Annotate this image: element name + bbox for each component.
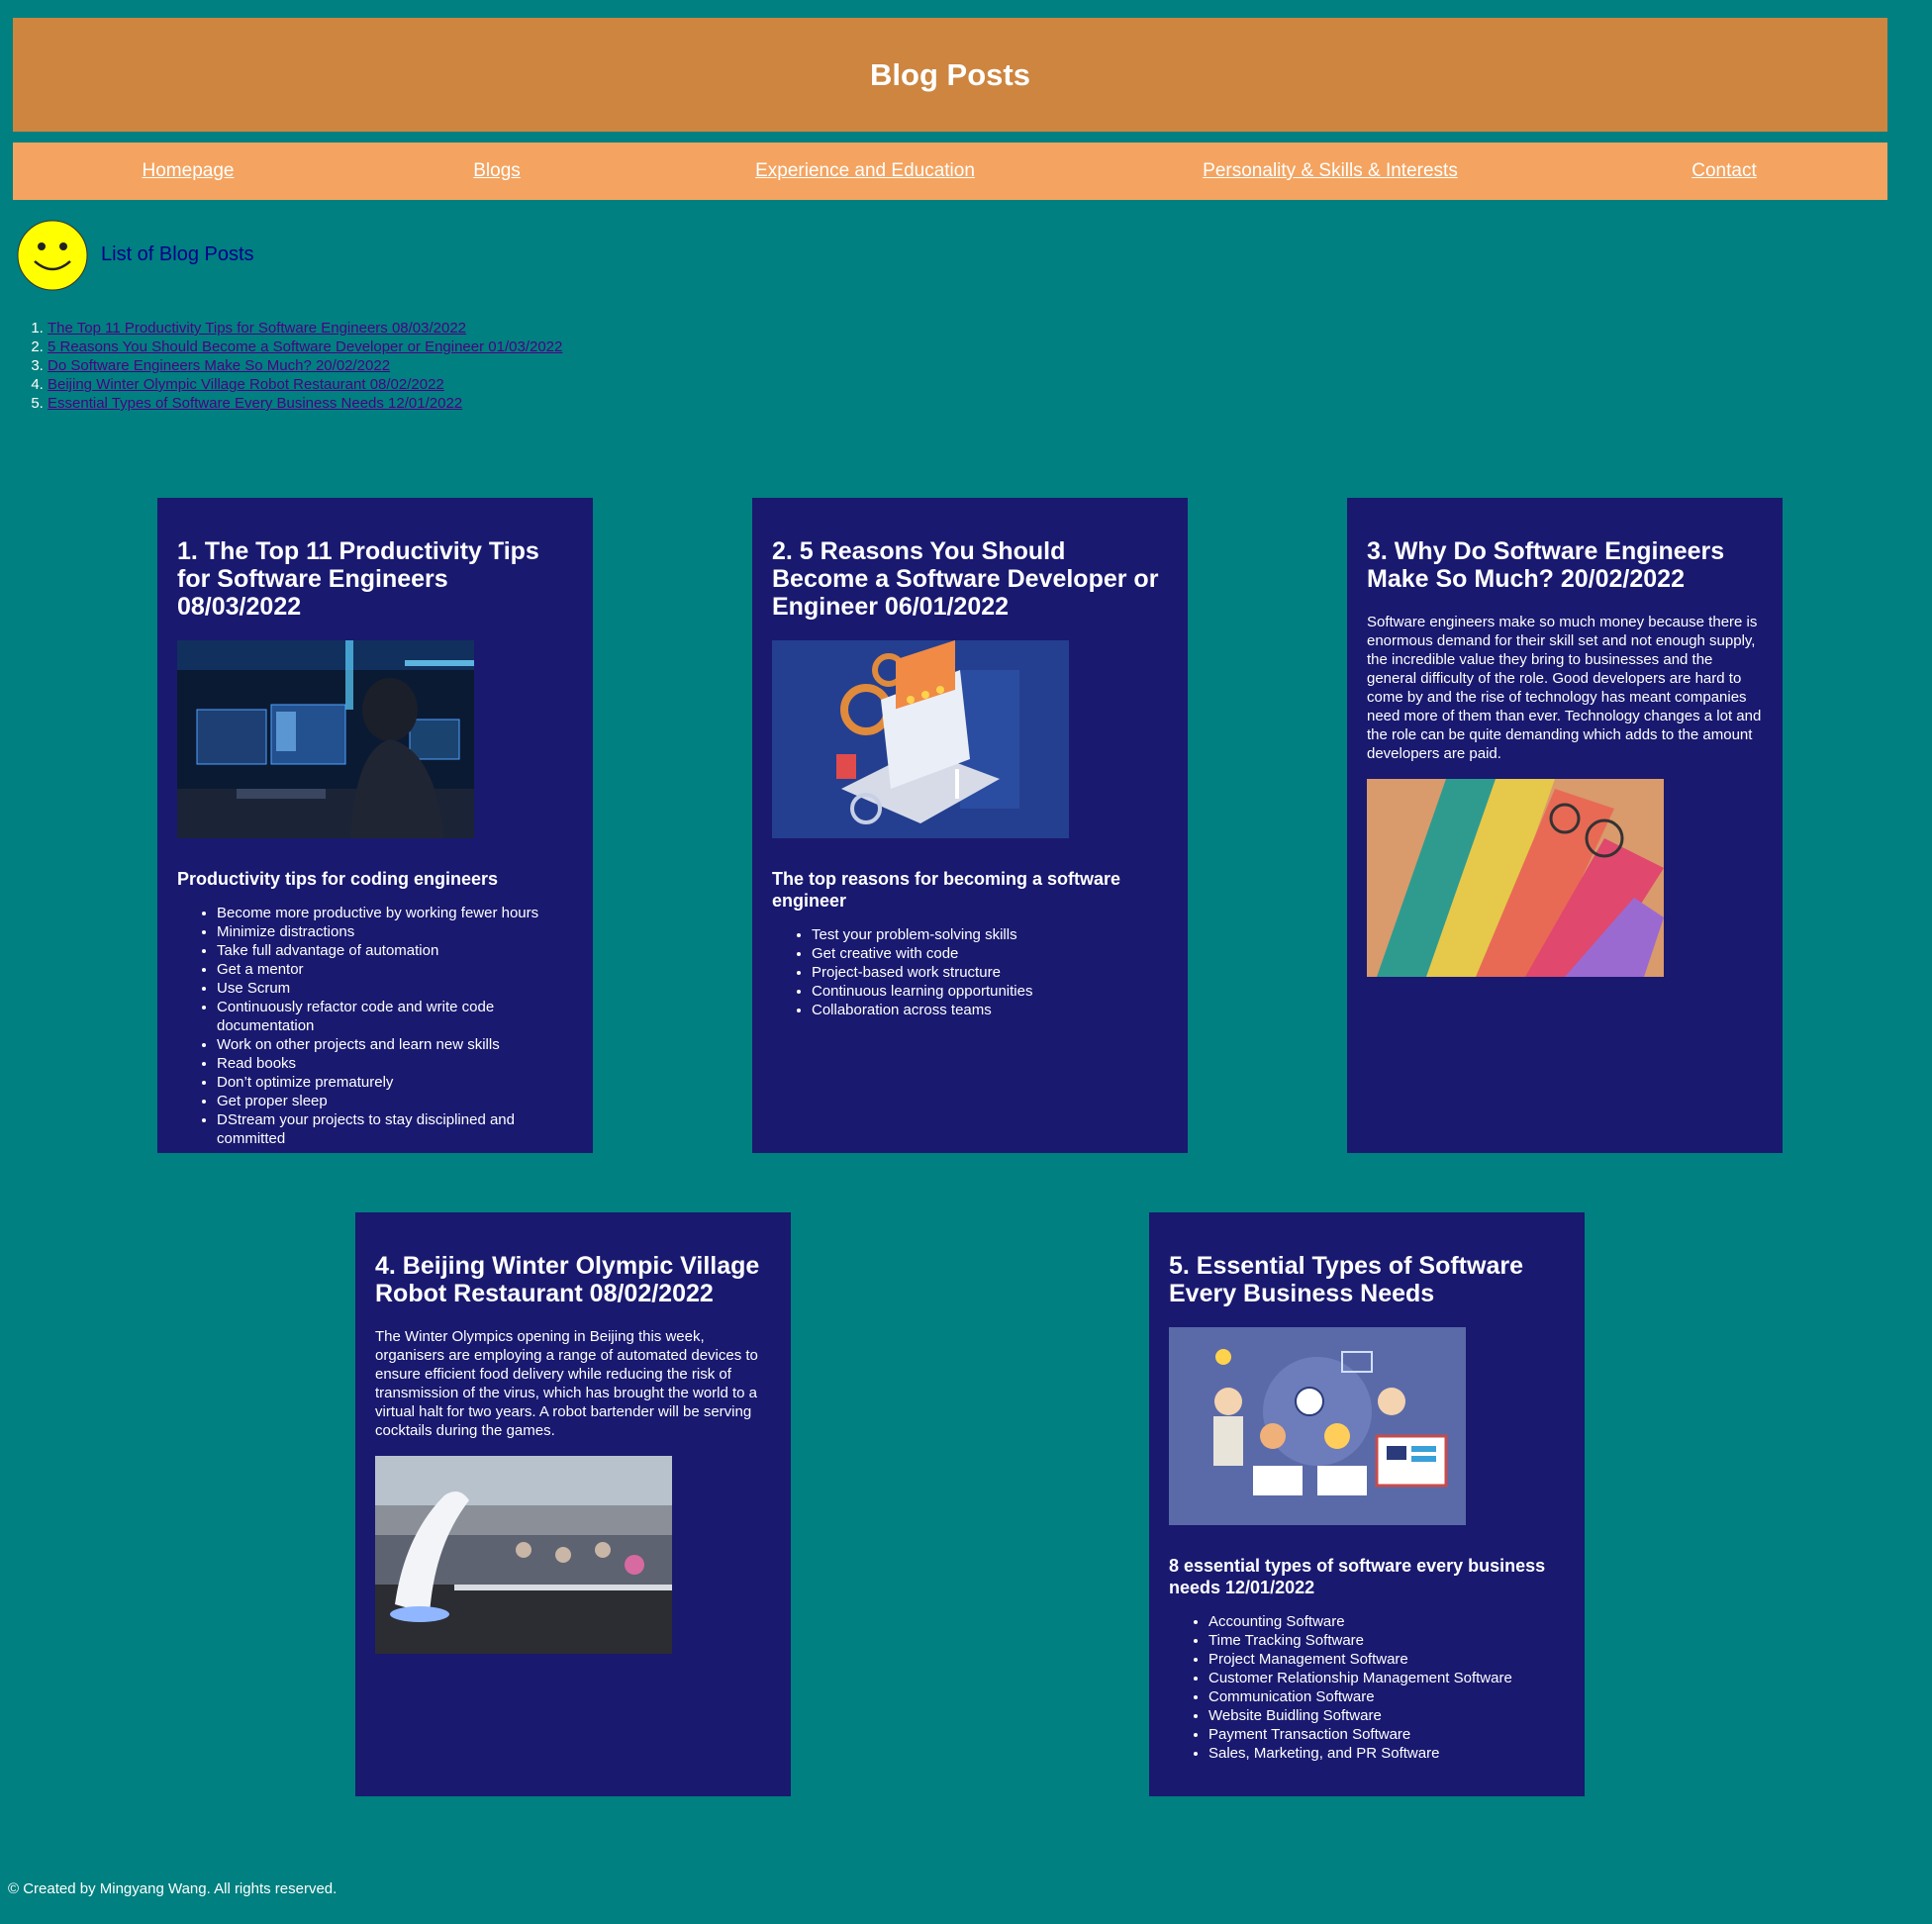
nav-link-contact[interactable]: Contact: [1691, 143, 1756, 200]
banknotes-image: [1367, 779, 1664, 977]
post-subheading: The top reasons for becoming a software …: [772, 869, 1121, 911]
list-item: Project-based work structure: [812, 963, 1168, 982]
list-item: Test your problem-solving skills: [812, 925, 1168, 944]
blog-card-4: 4. Beijing Winter Olympic Village Robot …: [355, 1212, 791, 1796]
list-item: Time Tracking Software: [1208, 1631, 1565, 1650]
list-item: Continuously refactor code and write cod…: [217, 998, 573, 1035]
nav-link-experience-education[interactable]: Experience and Education: [755, 143, 975, 200]
list-item: Read books: [217, 1054, 573, 1073]
post-title: 5. Essential Types of Software Every Bus…: [1169, 1252, 1523, 1307]
nav-link-blogs[interactable]: Blogs: [473, 143, 521, 200]
post-title: 1. The Top 11 Productivity Tips for Soft…: [177, 537, 539, 621]
blog-card-5: 5. Essential Types of Software Every Bus…: [1149, 1212, 1585, 1796]
post-paragraph: The Winter Olympics opening in Beijing t…: [375, 1328, 758, 1439]
engineer-at-computer-image: [177, 640, 474, 838]
list-item: Take full advantage of automation: [217, 941, 573, 960]
post-title: 2. 5 Reasons You Should Become a Softwar…: [772, 537, 1159, 621]
robot-restaurant-image: [375, 1456, 672, 1654]
list-item: Do Software Engineers Make So Much? 20/0…: [48, 356, 562, 375]
blog-card-1: 1. The Top 11 Productivity Tips for Soft…: [157, 498, 593, 1153]
tips-list: Become more productive by working fewer …: [177, 904, 573, 1148]
blog-post-list: The Top 11 Productivity Tips for Softwar…: [16, 319, 562, 413]
page-title: Blog Posts: [870, 56, 1030, 92]
list-item: Accounting Software: [1208, 1612, 1565, 1631]
software-types-list: Accounting Software Time Tracking Softwa…: [1169, 1612, 1565, 1763]
list-item: Beijing Winter Olympic Village Robot Res…: [48, 375, 562, 394]
list-heading: List of Blog Posts: [101, 243, 254, 265]
post-paragraph: Software engineers make so much money be…: [1367, 614, 1762, 762]
laptop-gears-illustration: [772, 640, 1069, 838]
list-item: Minimize distractions: [217, 922, 573, 941]
smiley-face-icon: [17, 220, 88, 291]
nav-link-personality-skills[interactable]: Personality & Skills & Interests: [1203, 143, 1458, 200]
blog-card-2: 2. 5 Reasons You Should Become a Softwar…: [752, 498, 1188, 1153]
list-item: Collaboration across teams: [812, 1001, 1168, 1019]
list-item: Project Management Software: [1208, 1650, 1565, 1669]
list-item: 5 Reasons You Should Become a Software D…: [48, 337, 562, 356]
team-software-illustration: [1169, 1327, 1466, 1525]
reasons-list: Test your problem-solving skills Get cre…: [772, 925, 1168, 1019]
post-title: 3. Why Do Software Engineers Make So Muc…: [1367, 537, 1725, 593]
list-item: Continuous learning opportunities: [812, 982, 1168, 1001]
list-item: Get proper sleep: [217, 1092, 573, 1110]
nav-link-homepage[interactable]: Homepage: [143, 143, 235, 200]
list-item: Payment Transaction Software: [1208, 1725, 1565, 1744]
post-link-3[interactable]: Do Software Engineers Make So Much? 20/0…: [48, 357, 390, 374]
post-subheading: 8 essential types of software every busi…: [1169, 1556, 1546, 1597]
list-item: Work on other projects and learn new ski…: [217, 1035, 573, 1054]
list-item: Get a mentor: [217, 960, 573, 979]
post-title: 4. Beijing Winter Olympic Village Robot …: [375, 1252, 760, 1307]
list-item: Customer Relationship Management Softwar…: [1208, 1669, 1565, 1687]
list-item: The Top 11 Productivity Tips for Softwar…: [48, 319, 562, 337]
list-item: DStream your projects to stay discipline…: [217, 1110, 573, 1148]
post-link-4[interactable]: Beijing Winter Olympic Village Robot Res…: [48, 376, 444, 393]
post-link-1[interactable]: The Top 11 Productivity Tips for Softwar…: [48, 320, 466, 337]
nav-bar: Homepage Blogs Experience and Education …: [13, 143, 1887, 200]
list-item: Sales, Marketing, and PR Software: [1208, 1744, 1565, 1763]
footer-copyright: © Created by Mingyang Wang. All rights r…: [8, 1880, 338, 1897]
post-link-5[interactable]: Essential Types of Software Every Busine…: [48, 395, 462, 412]
list-item: Don’t optimize prematurely: [217, 1073, 573, 1092]
list-item: Essential Types of Software Every Busine…: [48, 394, 562, 413]
list-item: Communication Software: [1208, 1687, 1565, 1706]
list-item: Use Scrum: [217, 979, 573, 998]
post-subheading: Productivity tips for coding engineers: [177, 869, 499, 889]
page-header: Blog Posts: [13, 18, 1887, 132]
list-item: Get creative with code: [812, 944, 1168, 963]
list-item: Become more productive by working fewer …: [217, 904, 573, 922]
list-item: Website Buidling Software: [1208, 1706, 1565, 1725]
blog-card-3: 3. Why Do Software Engineers Make So Muc…: [1347, 498, 1783, 1153]
post-link-2[interactable]: 5 Reasons You Should Become a Software D…: [48, 338, 562, 355]
